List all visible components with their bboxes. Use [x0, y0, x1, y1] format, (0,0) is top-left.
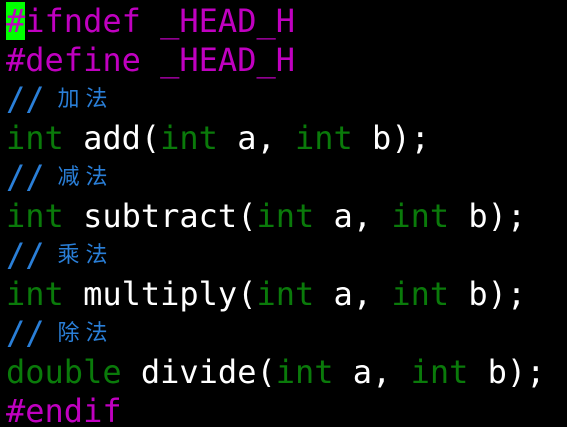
- param-name: a,: [314, 197, 392, 235]
- comment-label: 乘法: [57, 243, 114, 268]
- comment-text: 减法: [45, 165, 114, 190]
- comment-text: 加法: [45, 87, 114, 112]
- code-line-ifndef: #ifndef _HEAD_H: [6, 2, 295, 41]
- preprocessor-directive: #endif: [6, 392, 122, 427]
- preprocessor-directive: #define _HEAD_H: [6, 41, 295, 79]
- comment-text: 除法: [45, 321, 114, 346]
- code-line-add-decl: int add(int a, int b);: [6, 119, 430, 158]
- param-type: int: [275, 353, 334, 391]
- function-name: multiply(: [63, 275, 257, 313]
- function-name: add(: [63, 119, 161, 157]
- return-type: int: [6, 275, 64, 313]
- function-name: subtract(: [63, 197, 257, 235]
- param-type: int: [391, 275, 450, 313]
- code-line-divide-decl: double divide(int a, int b);: [6, 353, 545, 392]
- code-editor[interactable]: #ifndef _HEAD_H #define _HEAD_H // 加法 in…: [0, 0, 567, 427]
- comment-slashes: //: [6, 236, 45, 274]
- param-type: int: [391, 197, 450, 235]
- param-type: int: [294, 119, 353, 157]
- comment-line-add: // 加法: [6, 80, 114, 119]
- param-type: int: [410, 353, 469, 391]
- param-name: b);: [449, 197, 527, 235]
- comment-slashes: //: [6, 314, 45, 352]
- return-type: int: [6, 119, 64, 157]
- comment-slashes: //: [6, 80, 45, 118]
- code-line-define: #define _HEAD_H: [6, 41, 295, 80]
- comment-line-subtract: // 减法: [6, 158, 114, 197]
- param-type: int: [256, 275, 315, 313]
- return-type: int: [6, 197, 64, 235]
- param-name: a,: [333, 353, 411, 391]
- return-type: double: [6, 353, 122, 391]
- comment-label: 加法: [57, 87, 114, 112]
- comment-label: 减法: [57, 165, 114, 190]
- param-name: b);: [468, 353, 546, 391]
- comment-label: 除法: [57, 321, 114, 346]
- comment-line-divide: // 除法: [6, 314, 114, 353]
- comment-text: 乘法: [45, 243, 114, 268]
- code-line-endif: #endif: [6, 392, 122, 427]
- comment-line-multiply: // 乘法: [6, 236, 114, 275]
- param-name: b);: [352, 119, 430, 157]
- param-name: a,: [217, 119, 295, 157]
- function-name: divide(: [121, 353, 276, 391]
- code-line-multiply-decl: int multiply(int a, int b);: [6, 275, 526, 314]
- param-type: int: [160, 119, 218, 157]
- comment-slashes: //: [6, 158, 45, 196]
- text-cursor: #: [6, 2, 26, 40]
- preprocessor-directive: ifndef _HEAD_H: [25, 2, 295, 40]
- param-type: int: [256, 197, 315, 235]
- param-name: b);: [449, 275, 527, 313]
- code-line-subtract-decl: int subtract(int a, int b);: [6, 197, 526, 236]
- param-name: a,: [314, 275, 392, 313]
